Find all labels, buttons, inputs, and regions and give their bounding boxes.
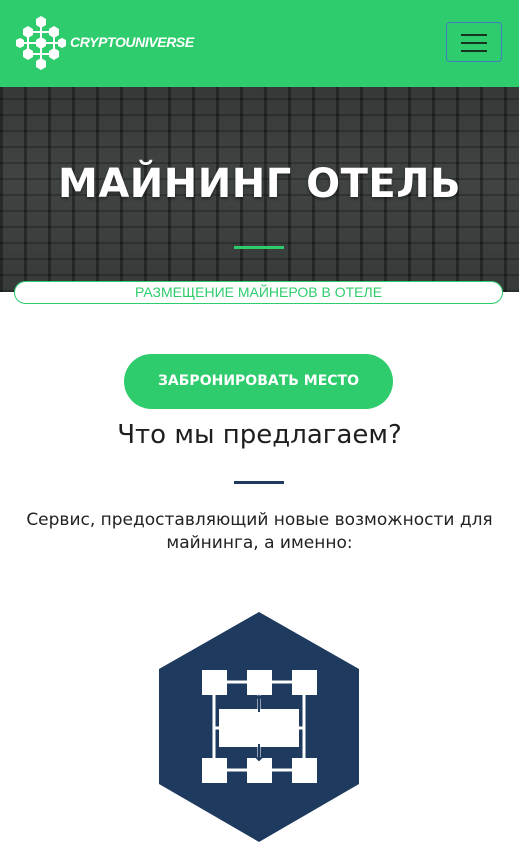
menu-bar [461,42,487,44]
hero-title: МАЙНИНГ ОТЕЛЬ [58,161,461,207]
hexagon-cluster-icon[interactable] [16,15,66,71]
hero-subtitle: РАЗМЕЩЕНИЕ МАЙНЕРОВ В ОТЕЛЕ [14,281,503,304]
hero-banner: МАЙНИНГ ОТЕЛЬ [0,87,519,292]
hero-divider [234,246,284,249]
brand-name[interactable]: CRYPTOUNIVERSE [70,34,194,50]
menu-bar [461,50,487,52]
offer-description: Сервис, предоставляющий новые возможност… [26,510,493,553]
offer-title: Что мы предлагаем? [117,420,402,450]
offer-divider [234,481,284,484]
network-hub-icon [159,612,359,842]
hamburger-menu-icon[interactable] [446,22,502,62]
navbar: CRYPTOUNIVERSE [0,0,519,87]
book-place-button[interactable]: ЗАБРОНИРОВАТЬ МЕСТО [124,354,393,409]
menu-bar [461,34,487,36]
